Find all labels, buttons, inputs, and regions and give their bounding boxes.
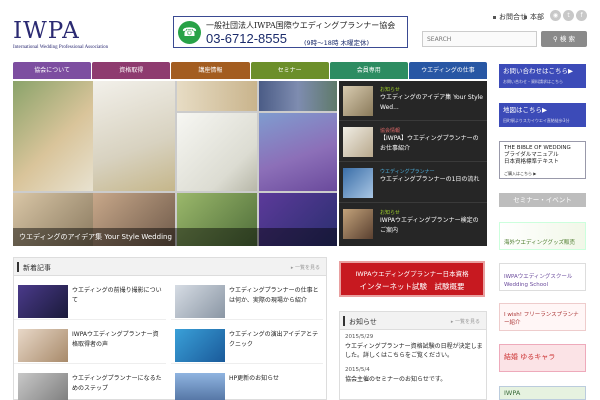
featured-item[interactable]: お知らせ ウエディングのアイデア集 Your Style Wed... — [339, 81, 487, 121]
toplink-office[interactable]: 本部 — [524, 12, 544, 22]
nav-tab-seminar[interactable]: セミナー — [250, 62, 329, 79]
nav-tab-about[interactable]: 協会について — [13, 62, 92, 79]
phone-contact-box[interactable]: ☎ 一般社団法人IWPA国際ウエディングプランナー協会 03-6712-8555… — [173, 16, 408, 48]
bible-of-wedding-banner[interactable]: THE BIBLE OF WEDDING ブライダルマニュアル 日本資格標準テキ… — [499, 141, 586, 179]
phone-number: 03-6712-8555 — [206, 31, 287, 46]
internet-exam-banner[interactable]: IWPAウエディングプランナー日本資格 インターネット試験 試験概要 — [339, 261, 485, 297]
rss-icon[interactable]: ◉ — [550, 10, 561, 21]
notice-panel: お知らせ ▸ 一覧を見る 2015/5/29 ウエディングプランナー資格試験の日… — [339, 311, 487, 400]
exam-banner-line2: インターネット試験 試験概要 — [359, 282, 465, 291]
nav-tab-wedding-jobs[interactable]: ウエディングの仕事 — [408, 62, 488, 79]
article-title: ウエディングの前撮り撮影について — [72, 287, 162, 304]
article-thumb — [175, 373, 225, 400]
hero-photo-lantern — [93, 81, 175, 191]
phone-org-name: 一般社団法人IWPA国際ウエディングプランナー協会 — [206, 21, 396, 30]
notice-text: ウエディングプランナー資格試験の日程が決定しました。詳しくはこちらをご覧ください… — [345, 343, 483, 359]
heading-bar-icon — [17, 262, 19, 272]
featured-category: お知らせ — [380, 87, 400, 93]
heading-bar-icon — [343, 316, 345, 326]
panel-title: 新着記事 — [23, 264, 51, 272]
article-thumb — [175, 285, 225, 318]
wedding-school-banner[interactable]: IWPAウエディングスクール Wedding School — [499, 263, 586, 291]
featured-item[interactable]: ウエディングプランナー ウエディングプランナーの1日の流れ — [339, 163, 487, 203]
new-articles-panel: 新着記事 ▸ 一覧を見る ウエディングの前撮り撮影について ウエディングプランナ… — [13, 257, 327, 400]
featured-list: お知らせ ウエディングのアイデア集 Your Style Wed... 協会情報… — [339, 81, 487, 246]
article-title: ウエディングプランナーになるためのステップ — [72, 375, 162, 392]
search-icon: ⚲ — [553, 35, 558, 43]
nav-tab-courses[interactable]: 講座情報 — [171, 62, 250, 79]
featured-category: ウエディングプランナー — [380, 169, 435, 175]
more-link[interactable]: ▸ 一覧を見る — [291, 264, 320, 271]
site-logo[interactable]: IWPA International Wedding Professional … — [13, 18, 109, 51]
toplink-contact[interactable]: お問合せ — [493, 12, 527, 22]
notice-date: 2015/5/4 — [345, 367, 370, 373]
article-item[interactable]: IWPAウエディングプランナー資格取得者の声 — [14, 324, 166, 364]
iwpa-banner[interactable]: IWPA — [499, 386, 586, 400]
logo-text: IWPA — [13, 18, 80, 44]
hero-caption[interactable]: ウエディングのアイデア集 Your Style Wedding — [13, 228, 337, 246]
article-thumb — [18, 329, 68, 362]
article-item[interactable]: ウエディングの演出アイデアとテクニック — [171, 324, 323, 364]
featured-thumb — [343, 209, 373, 239]
nav-tab-members[interactable]: 会員専用 — [329, 62, 408, 79]
notice-item[interactable]: 2015/5/29 ウエディングプランナー資格試験の日程が決定しました。詳しくは… — [345, 334, 483, 360]
notice-item[interactable]: 2015/5/4 協会主催のセミナーのお知らせです。 — [345, 367, 483, 393]
article-item[interactable]: ウエディングプランナーの仕事とは何か、実際の現場から紹介 — [171, 280, 323, 320]
featured-title: ウエディングのアイデア集 Your Style Wed... — [380, 94, 483, 111]
square-bullet-icon — [524, 15, 527, 19]
phone-icon: ☎ — [178, 21, 201, 44]
contact-banner[interactable]: お問い合わせはこちら▶ お問い合わせ・資料請求はこちら — [499, 64, 586, 88]
article-thumb — [18, 373, 68, 400]
overseas-goods-banner[interactable]: 海外ウエディンググッズ販売 — [499, 222, 586, 250]
hero-photo-guestbook — [177, 113, 257, 191]
exam-banner-line1: IWPAウエディングプランナー日本資格 — [355, 270, 469, 278]
hero-photo-flowers-blue — [259, 81, 337, 111]
article-item[interactable]: ウエディングプランナーになるためのステップ — [14, 368, 166, 400]
featured-category: 協会情報 — [380, 128, 401, 134]
more-link[interactable]: ▸ 一覧を見る — [451, 318, 480, 325]
square-bullet-icon — [493, 15, 496, 19]
panel-title: お知らせ — [349, 318, 377, 326]
hero-slideshow[interactable]: ウエディングのアイデア集 Your Style Wedding — [13, 81, 337, 246]
mascot-banner[interactable]: 結婚 ゆるキャラ — [499, 344, 586, 372]
main-nav: 協会について 資格取得 講座情報 セミナー 会員専用 ウエディングの仕事 — [13, 62, 488, 79]
hero-photo-birdcage — [259, 113, 337, 191]
hero-photo-bouquet — [13, 81, 93, 191]
featured-title: ウエディングプランナーの1日の流れ — [380, 176, 480, 183]
phone-hours: (9時～18時 木曜定休) — [304, 39, 370, 47]
twitter-icon[interactable]: t — [563, 10, 574, 21]
featured-title: IWPAウエディングプランナー検定のご案内 — [380, 217, 479, 234]
article-thumb — [18, 285, 68, 318]
article-title: ウエディングプランナーの仕事とは何か、実際の現場から紹介 — [229, 287, 319, 304]
map-banner[interactable]: 地図はこちら▶ 田町駅よりスカイウエイ直結徒歩3分 — [499, 103, 586, 127]
article-item[interactable]: HP更新のお知らせ — [171, 368, 323, 400]
facebook-icon[interactable]: f — [576, 10, 587, 21]
freelance-planner-banner[interactable]: I wish! フリーランスプランナー紹介 — [499, 303, 586, 331]
logo-subtitle: International Wedding Professional Assoc… — [13, 45, 109, 50]
panel-header: 新着記事 ▸ 一覧を見る — [14, 258, 326, 276]
article-item[interactable]: ウエディングの前撮り撮影について — [14, 280, 166, 320]
seminar-event-heading: セミナー・イベント — [499, 193, 586, 207]
panel-header: お知らせ ▸ 一覧を見る — [340, 312, 486, 330]
article-thumb — [175, 329, 225, 362]
article-title: HP更新のお知らせ — [229, 375, 280, 382]
article-title: ウエディングの演出アイデアとテクニック — [229, 331, 319, 348]
search-input[interactable] — [422, 31, 537, 47]
featured-title: 【IWPA】ウエディングプランナーのお仕事紹介 — [380, 135, 479, 152]
featured-thumb — [343, 127, 373, 157]
featured-thumb — [343, 86, 373, 116]
featured-category: お知らせ — [380, 210, 400, 216]
featured-thumb — [343, 168, 373, 198]
search-button[interactable]: ⚲ 検 索 — [541, 31, 587, 47]
featured-item[interactable]: 協会情報 【IWPA】ウエディングプランナーのお仕事紹介 — [339, 122, 487, 162]
notice-text: 協会主催のセミナーのお知らせです。 — [345, 376, 447, 383]
hero-photo-table — [177, 81, 257, 111]
nav-tab-qualification[interactable]: 資格取得 — [92, 62, 171, 79]
article-title: IWPAウエディングプランナー資格取得者の声 — [72, 331, 159, 348]
notice-date: 2015/5/29 — [345, 334, 374, 340]
featured-item[interactable]: お知らせ IWPAウエディングプランナー検定のご案内 — [339, 204, 487, 244]
